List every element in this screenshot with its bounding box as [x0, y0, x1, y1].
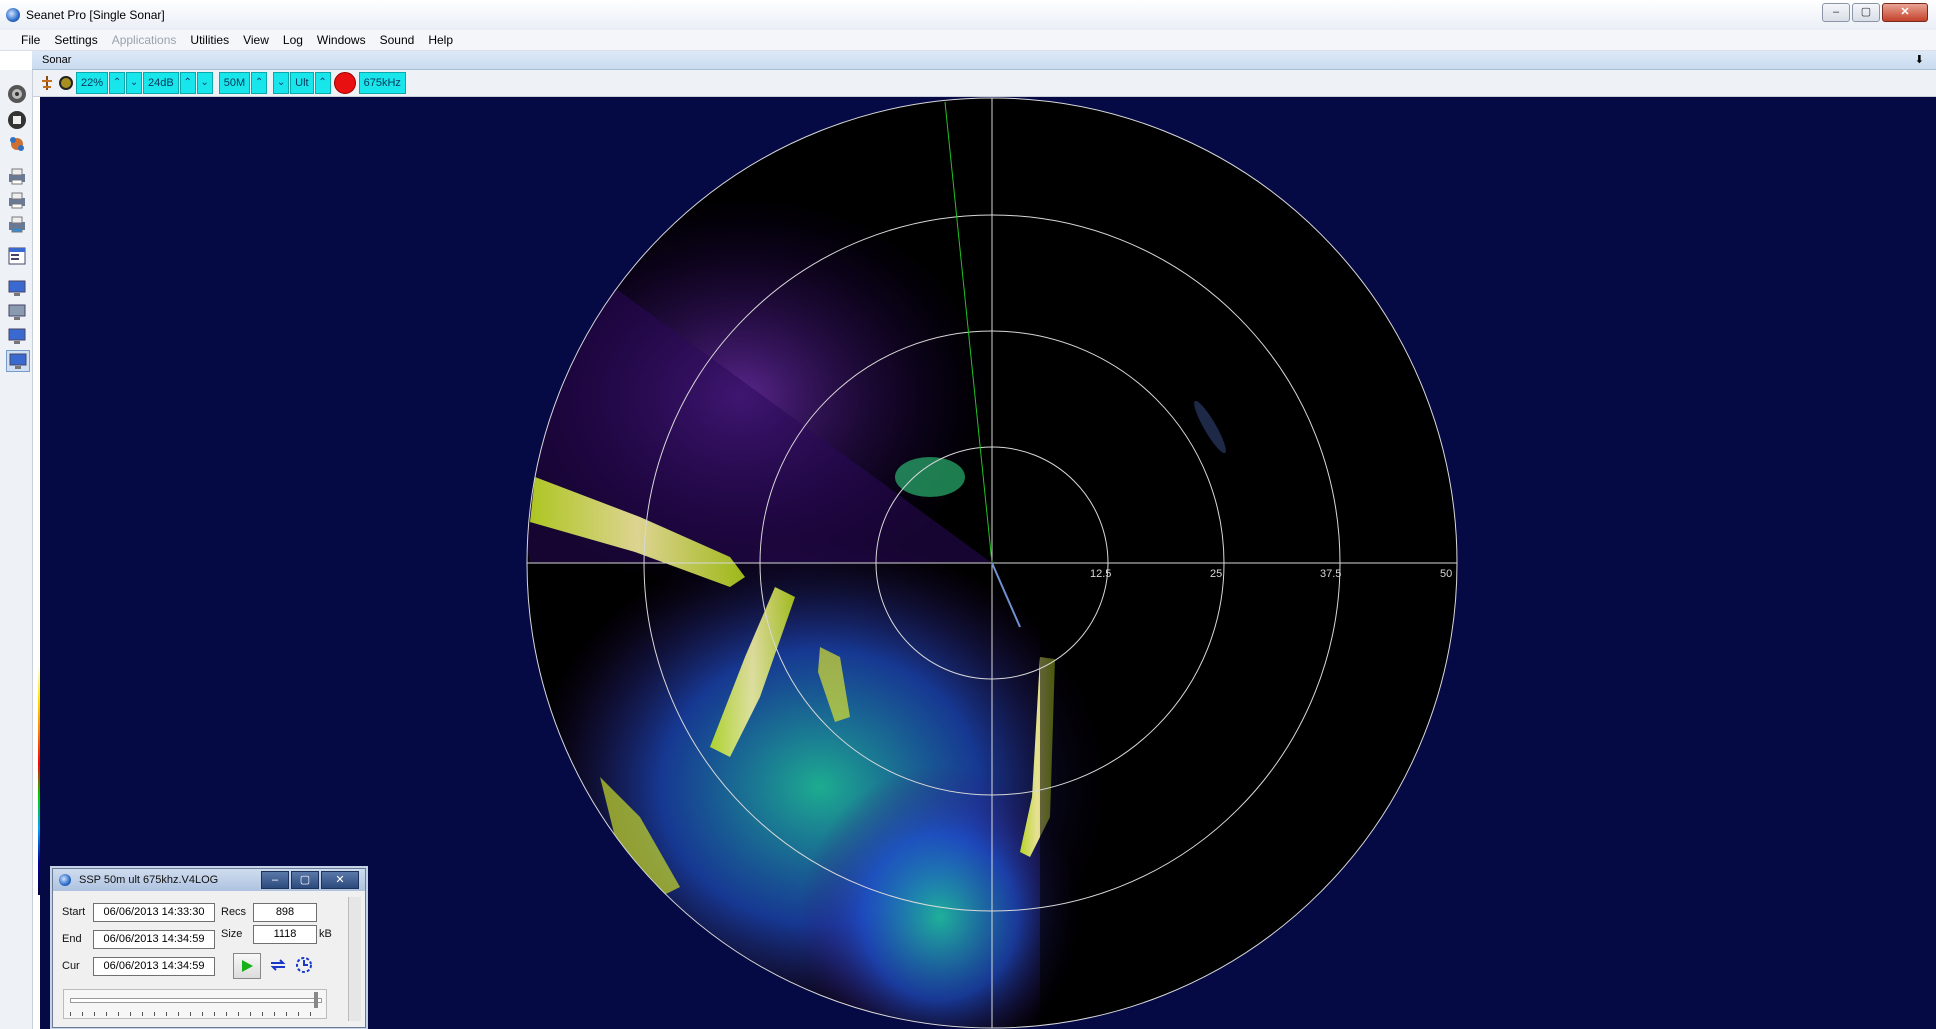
slider-track: [70, 998, 322, 1003]
window-title: Seanet Pro [Single Sonar]: [26, 8, 165, 22]
size-unit: kB: [319, 928, 332, 940]
sonar-toolbar: 22% ⌃ ⌄ 24dB ⌃ ⌄ 50M ⌃ ⌄ Ult ⌃ 675kHz: [32, 70, 1936, 97]
log-window-title: SSP 50m ult 675khz.V4LOG: [79, 874, 219, 886]
log-playback-window: SSP 50m ult 675khz.V4LOG – ▢ ✕ Start 06/…: [52, 868, 366, 1028]
frequency-value[interactable]: 675kHz: [358, 72, 406, 94]
transducer-icon[interactable]: [38, 73, 56, 93]
start-time-field[interactable]: 06/06/2013 14:33:30: [93, 903, 215, 922]
recs-label: Recs: [221, 906, 247, 918]
log-close-button[interactable]: ✕: [321, 871, 359, 889]
disc-icon[interactable]: [6, 84, 28, 104]
timer-button[interactable]: [291, 953, 317, 977]
log-scrollbar[interactable]: [348, 897, 361, 1021]
range-label-50: 50: [1440, 568, 1452, 580]
menu-utilities[interactable]: Utilities: [183, 33, 236, 47]
gain-down-button[interactable]: ⌄: [126, 72, 143, 94]
menu-log[interactable]: Log: [276, 33, 310, 47]
end-time-field[interactable]: 06/06/2013 14:34:59: [93, 930, 215, 949]
loop-icon: [270, 959, 286, 971]
log-minimize-button[interactable]: –: [261, 871, 289, 889]
pin-icon[interactable]: ⬇: [1915, 53, 1924, 66]
close-button[interactable]: ✕: [1882, 3, 1928, 22]
play-icon: [242, 960, 253, 972]
slider-thumb[interactable]: [314, 992, 318, 1008]
range-up-button[interactable]: ⌃: [251, 72, 268, 94]
clock-icon: [296, 957, 312, 973]
log-app-icon: [59, 874, 71, 886]
log-window-titlebar: SSP 50m ult 675khz.V4LOG – ▢ ✕: [53, 869, 365, 891]
window-titlebar: Seanet Pro [Single Sonar] – ▢ ✕: [0, 0, 1936, 31]
printer-icon[interactable]: [6, 166, 28, 186]
contrast-up-button[interactable]: ⌃: [179, 72, 196, 94]
sonar-panel-title: Sonar: [42, 54, 72, 66]
gain-up-button[interactable]: ⌃: [109, 72, 126, 94]
playback-position-slider[interactable]: [63, 989, 327, 1019]
mode-up-button[interactable]: ⌃: [314, 72, 331, 94]
record-indicator-icon[interactable]: [333, 72, 356, 94]
mode-down-button[interactable]: ⌄: [273, 72, 290, 94]
sonar-panel-header: Sonar ⬇: [32, 51, 1936, 70]
gain-value[interactable]: 22%: [76, 72, 109, 94]
end-label: End: [62, 933, 82, 945]
range-label-12-5: 12.5: [1090, 568, 1111, 580]
play-button[interactable]: [233, 953, 261, 979]
current-time-field[interactable]: 06/06/2013 14:34:59: [93, 957, 215, 976]
monitor-network-icon[interactable]: [6, 326, 28, 346]
recs-field[interactable]: 898: [253, 903, 317, 922]
app-logo-icon: [6, 8, 20, 22]
menu-settings[interactable]: Settings: [47, 33, 104, 47]
monitor-settings-icon[interactable]: [6, 302, 28, 322]
maximize-button[interactable]: ▢: [1852, 3, 1880, 22]
mode-value[interactable]: Ult: [290, 72, 314, 94]
stop-icon[interactable]: [6, 110, 28, 130]
menu-windows[interactable]: Windows: [310, 33, 373, 47]
menu-bar: File Settings Applications Utilities Vie…: [0, 30, 1936, 51]
window-layout-icon[interactable]: [6, 246, 28, 266]
size-field[interactable]: 1118: [253, 925, 317, 944]
contrast-value[interactable]: 24dB: [143, 72, 179, 94]
start-label: Start: [62, 906, 86, 918]
log-maximize-button[interactable]: ▢: [291, 871, 319, 889]
minimize-button[interactable]: –: [1822, 3, 1850, 22]
range-label-37-5: 37.5: [1320, 568, 1341, 580]
menu-file[interactable]: File: [14, 33, 47, 47]
left-toolbar: [0, 70, 33, 1029]
loop-button[interactable]: [265, 953, 291, 977]
contrast-down-button[interactable]: ⌄: [196, 72, 213, 94]
range-label-25: 25: [1210, 568, 1222, 580]
slider-ticks: [70, 1012, 320, 1016]
satellite-icon[interactable]: [6, 134, 28, 154]
menu-view[interactable]: View: [236, 33, 276, 47]
printer-setup-icon[interactable]: [6, 190, 28, 210]
monitor-active-icon[interactable]: [6, 350, 30, 372]
menu-help[interactable]: Help: [421, 33, 460, 47]
menu-sound[interactable]: Sound: [373, 33, 422, 47]
monitor-icon[interactable]: [6, 278, 28, 298]
window-controls: – ▢ ✕: [1822, 3, 1928, 22]
size-label: Size: [221, 928, 243, 940]
sonar-head-icon[interactable]: [57, 73, 75, 93]
range-value[interactable]: 50M: [218, 72, 251, 94]
cur-label: Cur: [62, 960, 80, 972]
menu-applications[interactable]: Applications: [105, 33, 184, 47]
printer-color-icon[interactable]: [6, 214, 28, 234]
